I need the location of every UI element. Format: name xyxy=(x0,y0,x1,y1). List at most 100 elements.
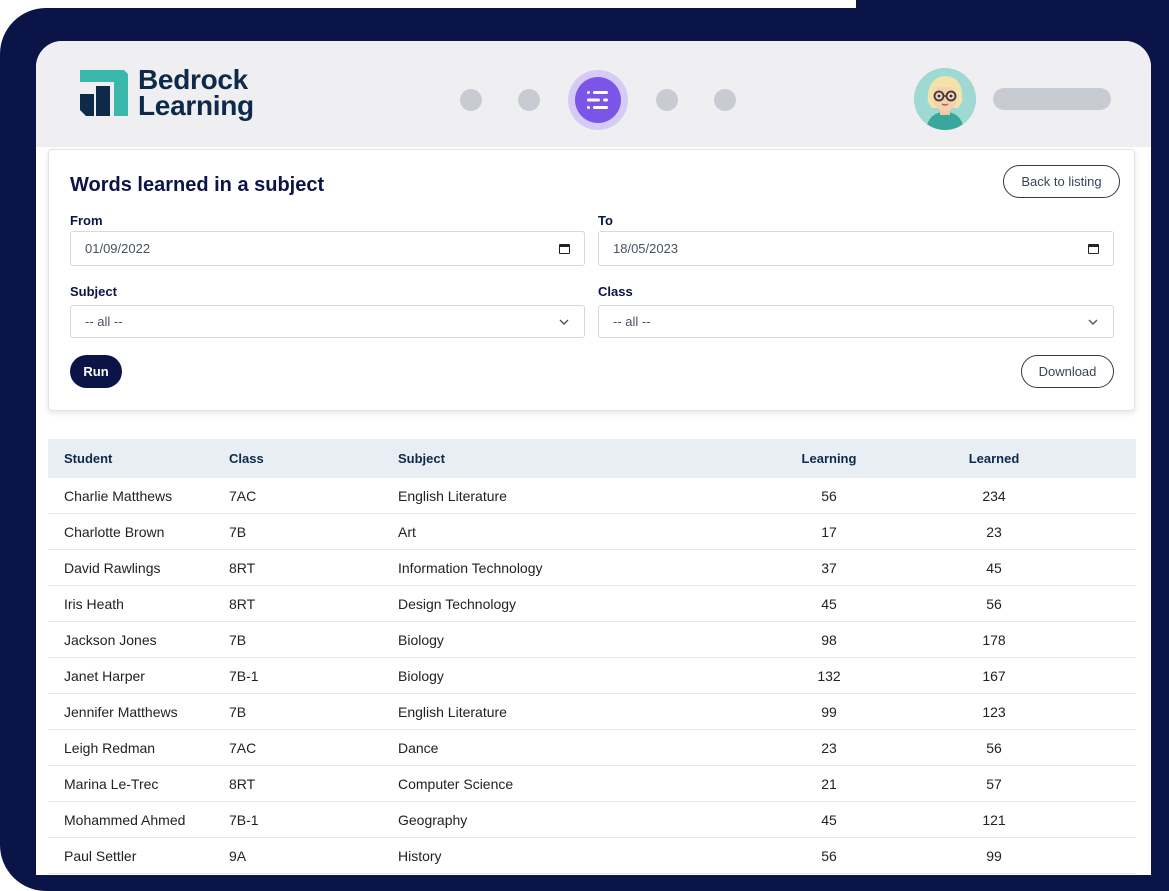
table-row[interactable]: Paul Settler 9A History 56 99 xyxy=(48,838,1136,874)
table-row[interactable]: Jackson Jones 7B Biology 98 178 xyxy=(48,622,1136,658)
cell-student: Jackson Jones xyxy=(64,631,157,648)
device-frame-top xyxy=(856,0,1169,8)
cell-learned: 23 xyxy=(986,523,1002,540)
nav-dot[interactable] xyxy=(460,89,482,111)
to-date-field[interactable]: 18/05/2023 xyxy=(598,231,1114,266)
cell-class: 7B-1 xyxy=(229,667,259,684)
device-frame: Bedrock Learning Words learned in a subj… xyxy=(0,8,1169,891)
from-date-value: 01/09/2022 xyxy=(85,241,151,256)
column-header-subject[interactable]: Subject xyxy=(398,451,445,466)
user-avatar-icon xyxy=(914,68,976,130)
class-select[interactable]: -- all -- xyxy=(598,305,1114,338)
cell-learned: 178 xyxy=(982,631,1006,648)
cell-student: Janet Harper xyxy=(64,667,145,684)
download-button[interactable]: Download xyxy=(1021,355,1114,388)
bedrock-logo[interactable]: Bedrock Learning xyxy=(80,66,254,121)
cell-learning: 56 xyxy=(821,487,837,504)
to-date-value: 18/05/2023 xyxy=(613,241,679,256)
cell-learning: 98 xyxy=(821,631,837,648)
table-row[interactable]: Jennifer Matthews 7B English Literature 99 1… xyxy=(48,694,1136,730)
cell-class: 9A xyxy=(229,847,247,864)
cell-subject: Geography xyxy=(398,811,468,828)
cell-subject: English Literature xyxy=(398,487,507,504)
brand-line-2: Learning xyxy=(138,90,254,121)
nav-dot[interactable] xyxy=(656,89,678,111)
cell-class: 7B xyxy=(229,703,247,720)
reports-menu-button[interactable] xyxy=(568,70,628,130)
nav-dot[interactable] xyxy=(518,89,540,111)
table-row[interactable]: David Rawlings 8RT Information Technology 3… xyxy=(48,550,1136,586)
table-row[interactable]: Charlotte Brown 7B Art 17 23 xyxy=(48,514,1136,550)
calendar-icon[interactable] xyxy=(559,243,570,254)
chevron-down-icon xyxy=(559,319,569,325)
table-row[interactable]: Marina Le-Trec 8RT Computer Science 21 57 xyxy=(48,766,1136,802)
cell-learned: 45 xyxy=(986,559,1002,576)
cell-subject: Information Technology xyxy=(398,559,543,576)
cell-student: Iris Heath xyxy=(64,595,124,612)
user-name-placeholder[interactable] xyxy=(993,88,1111,110)
cell-class: 8RT xyxy=(229,595,256,612)
table-body: Charlie Matthews 7AC English Literature 56 2… xyxy=(48,478,1136,874)
cell-subject: Dance xyxy=(398,739,439,756)
back-to-listing-button[interactable]: Back to listing xyxy=(1003,165,1120,198)
run-button[interactable]: Run xyxy=(70,355,122,388)
class-label: Class xyxy=(598,284,633,299)
reports-menu-icon xyxy=(587,91,608,109)
report-filter-card: Words learned in a subject Back to listi… xyxy=(48,149,1135,411)
cell-student: Marina Le-Trec xyxy=(64,775,159,792)
subject-select-value: -- all -- xyxy=(85,314,123,329)
table-row[interactable]: Leigh Redman 7AC Dance 23 56 xyxy=(48,730,1136,766)
bedrock-logo-icon xyxy=(80,70,128,116)
cell-learned: 99 xyxy=(986,847,1002,864)
class-select-value: -- all -- xyxy=(613,314,651,329)
column-header-learning[interactable]: Learning xyxy=(779,451,879,466)
cell-class: 8RT xyxy=(229,559,256,576)
to-label: To xyxy=(598,213,613,228)
nav-dot[interactable] xyxy=(714,89,736,111)
cell-class: 7AC xyxy=(229,739,257,756)
cell-learning: 17 xyxy=(821,523,837,540)
page-title: Words learned in a subject xyxy=(70,174,325,196)
cell-subject: Art xyxy=(398,523,416,540)
cell-class: 7B xyxy=(229,523,247,540)
cell-learned: 56 xyxy=(986,739,1002,756)
chevron-down-icon xyxy=(1088,319,1098,325)
cell-class: 8RT xyxy=(229,775,256,792)
cell-subject: English Literature xyxy=(398,703,507,720)
table-row[interactable]: Mohammed Ahmed 7B-1 Geography 45 121 xyxy=(48,802,1136,838)
column-header-learned[interactable]: Learned xyxy=(944,451,1044,466)
cell-class: 7B-1 xyxy=(229,811,259,828)
column-header-class[interactable]: Class xyxy=(229,451,264,466)
nav-menu xyxy=(460,70,736,130)
table-row[interactable]: Charlie Matthews 7AC English Literature 56 2… xyxy=(48,478,1136,514)
cell-subject: Biology xyxy=(398,631,444,648)
table-header: Student Class Subject Learning Learned xyxy=(48,439,1136,478)
table-row[interactable]: Janet Harper 7B-1 Biology 132 167 xyxy=(48,658,1136,694)
cell-learning: 45 xyxy=(821,595,837,612)
cell-learning: 21 xyxy=(821,775,837,792)
app-header: Bedrock Learning xyxy=(36,41,1151,147)
avatar[interactable] xyxy=(914,68,976,130)
subject-select[interactable]: -- all -- xyxy=(70,305,585,338)
cell-learning: 37 xyxy=(821,559,837,576)
cell-learned: 56 xyxy=(986,595,1002,612)
cell-subject: History xyxy=(398,847,442,864)
app-screen: Bedrock Learning Words learned in a subj… xyxy=(36,41,1151,875)
cell-learned: 121 xyxy=(982,811,1006,828)
cell-student: Charlotte Brown xyxy=(64,523,165,540)
cell-student: Paul Settler xyxy=(64,847,137,864)
cell-learning: 132 xyxy=(817,667,841,684)
cell-subject: Biology xyxy=(398,667,444,684)
cell-learning: 45 xyxy=(821,811,837,828)
cell-subject: Design Technology xyxy=(398,595,517,612)
column-header-student[interactable]: Student xyxy=(64,451,112,466)
from-date-field[interactable]: 01/09/2022 xyxy=(70,231,585,266)
table-row[interactable]: Iris Heath 8RT Design Technology 45 56 xyxy=(48,586,1136,622)
calendar-icon[interactable] xyxy=(1088,243,1099,254)
cell-learned: 123 xyxy=(982,703,1006,720)
cell-student: Jennifer Matthews xyxy=(64,703,178,720)
cell-learning: 56 xyxy=(821,847,837,864)
cell-learned: 57 xyxy=(986,775,1002,792)
cell-subject: Computer Science xyxy=(398,775,514,792)
cell-class: 7AC xyxy=(229,487,257,504)
